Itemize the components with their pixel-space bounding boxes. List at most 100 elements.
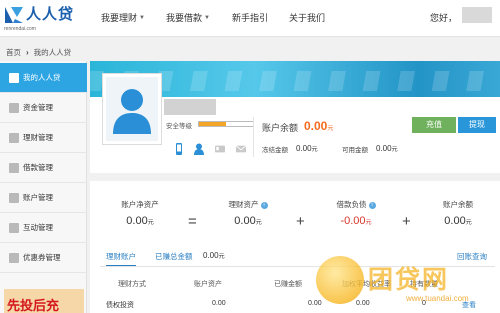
username-redacted[interactable] <box>462 7 492 23</box>
table-cell-assets: 0.00 <box>212 300 226 307</box>
avatar-person-icon <box>113 89 151 134</box>
logo[interactable]: 人人贷 renrendai.com <box>3 3 93 33</box>
earned-total-amount: 0.00 <box>203 251 219 260</box>
net-assets-unit: 元 <box>147 220 154 226</box>
phone-icon[interactable] <box>174 143 184 155</box>
breadcrumb-current: 我的人人贷 <box>33 48 72 57</box>
chevron-down-icon: ▼ <box>139 14 145 21</box>
nav-guide[interactable]: 新手指引 <box>232 11 268 24</box>
coupon-icon <box>9 252 19 263</box>
logo-subtitle: renrendai.com <box>4 26 36 32</box>
section-divider <box>90 173 500 181</box>
available-label: 可用金额 <box>342 147 368 154</box>
profile-divider <box>253 117 254 157</box>
user-icon <box>9 192 19 203</box>
tab-fin-account[interactable]: 理财账户 <box>106 251 136 266</box>
document-icon <box>9 132 19 143</box>
watermark-logo-icon <box>316 256 364 304</box>
id-card-icon[interactable] <box>215 143 225 155</box>
balance-summary-value: 0.00元 <box>428 215 488 227</box>
watermark-url: www.tuandai.com <box>406 294 469 303</box>
frozen-label: 冻结金额 <box>262 147 288 154</box>
sidebar-item-label: 理财管理 <box>23 133 53 142</box>
security-level-bar <box>198 121 254 127</box>
chevron-down-icon: ▼ <box>204 14 210 21</box>
sidebar-item-label: 互动管理 <box>23 223 53 232</box>
nav-about-label: 关于我们 <box>289 13 326 23</box>
debt-unit: 元 <box>365 220 372 226</box>
nav-invest[interactable]: 我要理财 ▼ <box>101 11 145 24</box>
debt-value: -0.00元 <box>326 215 386 227</box>
logo-text: 人人贷 <box>26 5 75 23</box>
table-header: 账户资产 <box>194 281 222 288</box>
greeting: 您好， <box>429 13 457 23</box>
available-amount: 0.00 <box>376 144 392 153</box>
available-value: 0.00元 <box>376 144 398 153</box>
username-redacted-bar <box>164 99 216 115</box>
nav-borrow[interactable]: 我要借款 ▼ <box>166 11 210 24</box>
chat-icon <box>9 222 19 233</box>
plus-sign: + <box>402 213 411 230</box>
fin-assets-label-text: 理财资产 <box>228 200 259 209</box>
earned-total-value: 0.00元 <box>203 251 225 260</box>
table-header: 已赚金额 <box>274 281 302 288</box>
balance-summary-unit: 元 <box>465 220 472 226</box>
sidebar-item-funds[interactable]: 资金管理 <box>0 93 87 123</box>
table-header: 理财方式 <box>118 281 146 288</box>
nav-invest-label: 我要理财 <box>101 13 138 23</box>
info-icon[interactable]: i <box>368 201 376 209</box>
sidebar-item-loans[interactable]: 借款管理 <box>0 153 87 183</box>
debt-amount: -0.00 <box>340 215 366 227</box>
balance-summary-amount: 0.00 <box>444 215 466 227</box>
sidebar-item-account[interactable]: 账户管理 <box>0 183 87 213</box>
frozen-value: 0.00元 <box>296 144 318 153</box>
earned-total-unit: 元 <box>218 254 225 260</box>
fin-assets-label: 理财资产 i <box>218 199 278 210</box>
available-unit: 元 <box>391 147 398 153</box>
watermark-brand: 团贷网 <box>368 265 450 294</box>
sidebar-item-label: 优惠券管理 <box>23 253 61 262</box>
frozen-unit: 元 <box>311 147 318 153</box>
debt-label-text: 借款负债 <box>336 200 367 209</box>
sidebar-item-my-renrendai[interactable]: 我的人人贷 <box>0 63 87 93</box>
sidebar-item-coupons[interactable]: 优惠券管理 <box>0 243 87 273</box>
sidebar-item-label: 账户管理 <box>23 193 53 202</box>
breadcrumb-home[interactable]: 首页 <box>6 47 21 58</box>
security-level-label: 安全等级 <box>166 123 192 130</box>
recharge-button[interactable]: 充值 <box>412 117 456 133</box>
top-header: 人人贷 renrendai.com 我要理财 ▼ 我要借款 ▼ 新手指引 关于我… <box>0 0 500 37</box>
home-icon <box>9 72 19 83</box>
profile-avatar[interactable] <box>102 73 162 145</box>
net-assets-label: 账户净资产 <box>121 200 159 209</box>
plus-sign: + <box>296 213 305 230</box>
security-level-fill <box>199 122 226 126</box>
earned-total-label: 已赚总金额 <box>155 252 193 261</box>
sidebar-item-label: 资金管理 <box>23 103 53 112</box>
balance-summary-label: 账户余额 <box>443 200 473 209</box>
nav-about[interactable]: 关于我们 <box>289 11 325 24</box>
balance-unit: 元 <box>327 126 334 132</box>
wallet-icon <box>9 102 19 113</box>
net-assets-amount: 0.00 <box>126 215 148 227</box>
debt-label: 借款负债 i <box>326 199 386 210</box>
table-cell-method: 债权投资 <box>106 302 134 309</box>
user-icon[interactable] <box>194 143 204 155</box>
breadcrumb-separator-icon: › <box>26 48 29 57</box>
nav-guide-label: 新手指引 <box>232 13 269 23</box>
withdraw-button[interactable]: 提现 <box>458 117 496 133</box>
net-assets-value: 0.00元 <box>110 215 170 227</box>
balance-label: 账户余额 <box>262 123 299 133</box>
fin-assets-value: 0.00元 <box>218 215 278 227</box>
mail-icon[interactable] <box>236 143 246 155</box>
sidebar-item-label: 我的人人贷 <box>23 73 61 82</box>
balance-amount: 0.00 <box>304 119 328 133</box>
logo-mark-icon <box>5 7 23 23</box>
sidebar-item-investment[interactable]: 理财管理 <box>0 123 87 153</box>
sidebar: 我的人人贷 资金管理 理财管理 借款管理 账户管理 互动管理 优惠券管理 先投后… <box>0 61 87 313</box>
sidebar-item-interaction[interactable]: 互动管理 <box>0 213 87 243</box>
frozen-amount: 0.00 <box>296 144 312 153</box>
loan-icon <box>9 162 19 173</box>
info-icon[interactable]: i <box>260 201 268 209</box>
watermark: 团贷网 www.tuandai.com <box>316 252 500 313</box>
promo-banner[interactable]: 先投后充 <box>4 289 84 313</box>
